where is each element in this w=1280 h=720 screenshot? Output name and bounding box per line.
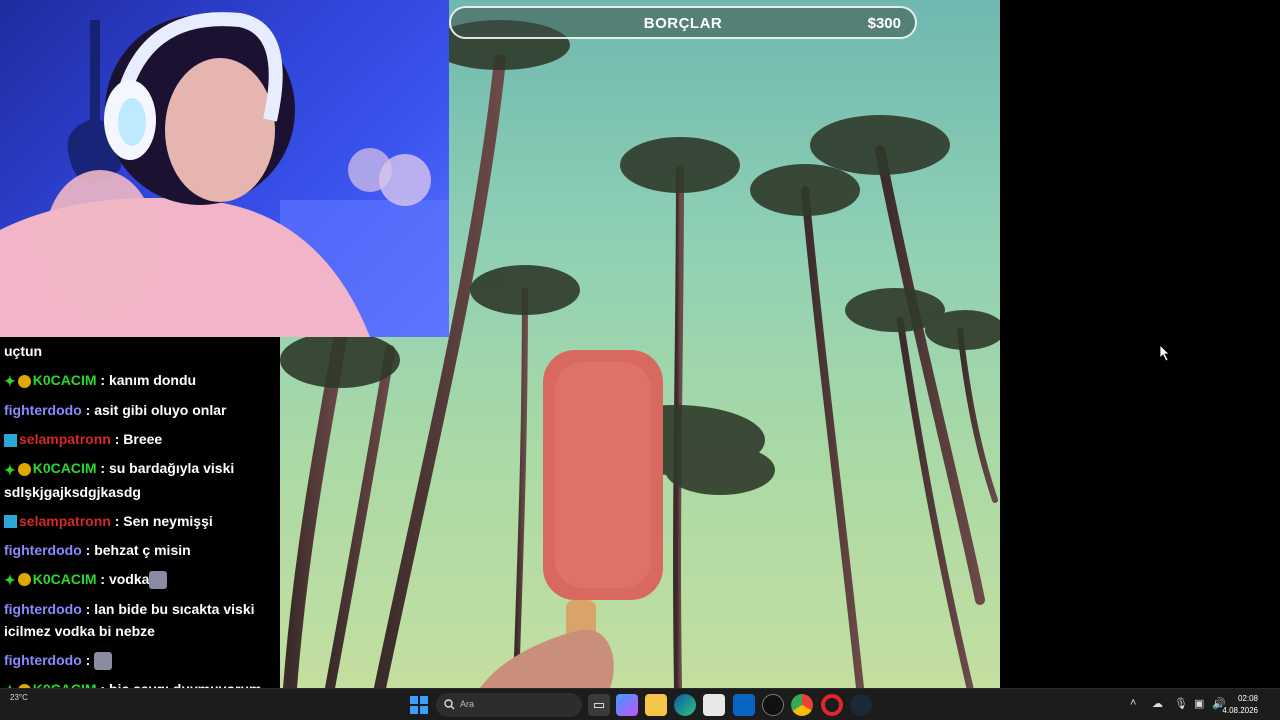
chat-username[interactable]: K0CACIM (33, 460, 97, 476)
emote-icon (94, 652, 113, 671)
chat-username[interactable]: K0CACIM (33, 681, 97, 688)
chevron-up-icon[interactable]: ˄ (1130, 697, 1136, 709)
chat-text: : kanım dondu (96, 372, 197, 388)
verified-badge: ✦ (4, 373, 16, 390)
chat-username[interactable]: K0CACIM (33, 571, 97, 587)
chat-text: : Sen neymişşi (110, 512, 213, 529)
chat-username[interactable]: fighterdodo (4, 652, 82, 668)
steam-icon[interactable] (850, 694, 872, 716)
empty-desktop-area (1000, 0, 1280, 688)
verified-badge: ✦ (4, 571, 16, 588)
microphone-icon[interactable]: 🎙 (1174, 697, 1188, 710)
verified-badge: ✦ (4, 679, 16, 688)
prime-badge (4, 515, 17, 529)
chat-message: ✦K0CACIM : hiç saygı duymuyorum ya vodka… (0, 675, 280, 688)
clock[interactable]: 02:08 4.08.2026 (1222, 693, 1258, 717)
coin-badge (17, 463, 31, 477)
taskbar-search[interactable]: Ara (436, 693, 582, 717)
chat-message: ✦ K0CACIM : kanım dondu (0, 366, 280, 396)
emote-icon (149, 570, 168, 589)
chat-username[interactable]: selampatronn (19, 513, 111, 529)
chat-text: uçtun (4, 343, 43, 359)
debt-title: BORÇLAR (643, 15, 723, 32)
mouse-cursor-icon (1160, 345, 1170, 361)
chat-message: ✦ K0CACIM : su bardağıyla viski sdlşkjgaj… (0, 454, 280, 506)
chat-message: selampatronn : Breee (0, 425, 280, 454)
verified-badge: ✦ (4, 461, 16, 478)
weather-temp: 23°C (10, 693, 28, 702)
debt-bar: BORÇLAR $300 (449, 6, 917, 39)
chat-message: uçtun (0, 337, 280, 366)
onedrive-icon[interactable]: ☁ (1152, 697, 1163, 710)
date: 4.08.2026 (1222, 706, 1258, 715)
outlook-icon[interactable] (733, 694, 755, 716)
weather-widget[interactable]: 23°C (10, 693, 28, 702)
chat-message: ✦ K0CACIM : vodka (0, 565, 280, 595)
chat-username[interactable]: fighterdodo (4, 542, 82, 558)
chrome-icon[interactable] (791, 694, 813, 716)
chat-username[interactable]: K0CACIM (33, 372, 97, 388)
file-explorer-icon[interactable] (645, 694, 667, 716)
copilot-icon[interactable] (616, 694, 638, 716)
task-view-icon[interactable]: ▭ (588, 694, 610, 716)
debt-amount: $300 (867, 15, 901, 32)
chat-username[interactable]: selampatronn (19, 431, 111, 447)
chat-text: : asit gibi oluyo onlar (81, 402, 227, 419)
start-icon[interactable] (408, 694, 430, 716)
webcam-feed (0, 0, 449, 337)
chat-message: fighterdodo : lan bide bu sıcakta viski … (0, 595, 280, 646)
store-icon[interactable] (703, 694, 725, 716)
taskbar: 23°C Ara ▭ ˄ ☁ 🎙 ▣ 🔊 02:08 4.08.2026 (0, 688, 1280, 720)
hand (480, 629, 614, 688)
coin-badge (17, 374, 31, 388)
edge-icon[interactable] (674, 694, 696, 716)
coin-badge (17, 573, 31, 587)
chat-message: fighterdodo : behzat ç misin (0, 536, 280, 565)
chat-text: : (81, 651, 95, 668)
search-icon (444, 699, 455, 710)
chat-message: fighterdodo : asit gibi oluyo onlar (0, 396, 280, 425)
chat-panel: uçtun ✦ K0CACIM : kanım dondu fighterdodo :… (0, 337, 280, 688)
chat-username[interactable]: fighterdodo (4, 402, 82, 418)
streamer-webcam-image (0, 12, 449, 337)
search-placeholder: Ara (460, 699, 475, 709)
time: 02:08 (1237, 694, 1258, 703)
chat-text: : vodka (96, 570, 150, 587)
chat-username[interactable]: fighterdodo (4, 601, 82, 617)
chat-message: selampatronn : Sen neymişşi (0, 507, 280, 536)
opera-icon[interactable] (821, 694, 843, 716)
chatgpt-icon[interactable] (762, 694, 784, 716)
prime-badge (4, 434, 17, 448)
network-icon[interactable]: ▣ (1194, 697, 1204, 710)
chat-text: : behzat ç misin (81, 541, 191, 558)
chat-text: : Breee (110, 431, 163, 448)
chat-message: fighterdodo : (0, 646, 280, 675)
